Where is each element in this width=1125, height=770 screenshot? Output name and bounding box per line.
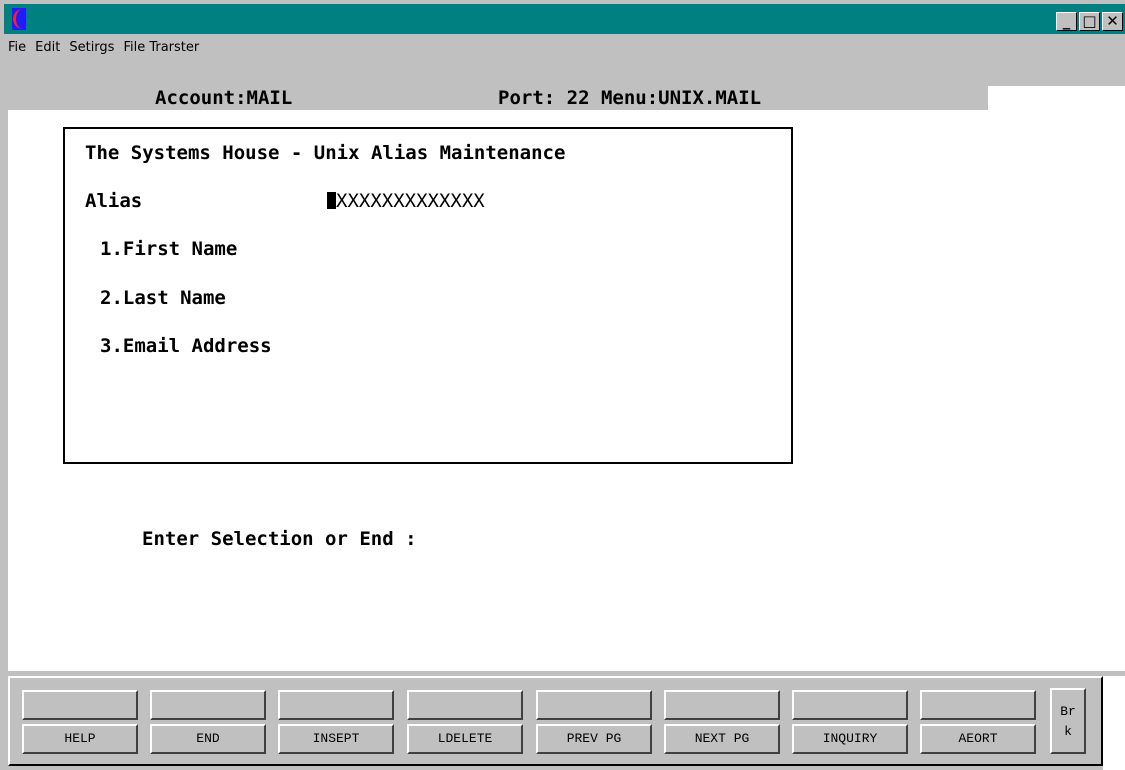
window-controls: _ □ ✕ [1056, 12, 1123, 31]
fkey-blank-8[interactable] [920, 690, 1036, 720]
right-edge-margin [1103, 676, 1125, 770]
help-button[interactable]: HELP [22, 724, 138, 754]
field-first-name[interactable]: 1.First Name [100, 238, 237, 260]
fkey-blank-5[interactable] [536, 690, 652, 720]
function-key-panel: HELP END INSEPT LDELETE PREV PG NEXT PG … [8, 676, 1103, 766]
inquiry-button[interactable]: INQUIRY [792, 724, 908, 754]
ldelete-button[interactable]: LDELETE [407, 724, 523, 754]
fkey-blank-2[interactable] [150, 690, 266, 720]
end-button[interactable]: END [150, 724, 266, 754]
break-label-line-1: Br [1060, 704, 1076, 719]
selection-prompt: Enter Selection or End : [142, 528, 417, 550]
close-button[interactable]: ✕ [1102, 12, 1123, 31]
break-button[interactable]: Br k [1050, 688, 1086, 754]
menu-file-transfer[interactable]: File Trarster [119, 40, 204, 55]
alias-value: XXXXXXXXXXXXX [336, 190, 485, 212]
prev-page-button[interactable]: PREV PG [536, 724, 652, 754]
insert-button[interactable]: INSEPT [278, 724, 394, 754]
next-page-button[interactable]: NEXT PG [664, 724, 780, 754]
menu-settings[interactable]: Setirgs [65, 40, 119, 55]
alias-label: Alias [85, 190, 143, 212]
title-bar[interactable]: _ □ ✕ [4, 4, 1125, 34]
fkey-blank-4[interactable] [407, 690, 523, 720]
minimize-button[interactable]: _ [1056, 12, 1077, 31]
port-menu-label: Port: 22 Menu:UNIX.MAIL [498, 87, 762, 109]
abort-button[interactable]: AEORT [920, 724, 1036, 754]
account-label: Account:MAIL [155, 87, 293, 109]
menu-bar: Fie Edit Setirgs File Trarster [4, 34, 1125, 60]
menu-edit[interactable]: Edit [31, 40, 65, 55]
alias-input[interactable]: XXXXXXXXXXXXX [327, 190, 485, 212]
field-email-address[interactable]: 3.Email Address [100, 335, 272, 357]
crescent-app-icon[interactable] [12, 8, 26, 30]
screen-title: The Systems House - Unix Alias Maintenan… [85, 142, 566, 164]
fkey-blank-3[interactable] [278, 690, 394, 720]
menu-file[interactable]: Fie [4, 40, 31, 55]
text-cursor [327, 192, 336, 209]
break-label-line-2: k [1064, 724, 1072, 739]
fkey-blank-7[interactable] [792, 690, 908, 720]
fkey-blank-6[interactable] [664, 690, 780, 720]
maximize-button[interactable]: □ [1079, 12, 1100, 31]
field-last-name[interactable]: 2.Last Name [100, 287, 226, 309]
fkey-blank-1[interactable] [22, 690, 138, 720]
